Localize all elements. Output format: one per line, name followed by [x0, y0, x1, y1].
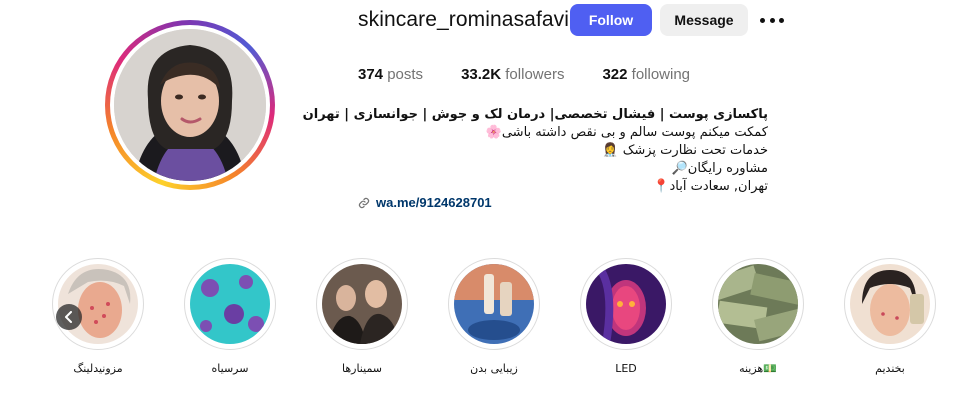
profile-avatar-ring[interactable]	[105, 20, 275, 190]
highlight-item[interactable]: زیبایی بدن	[448, 258, 540, 375]
link-icon	[358, 197, 370, 208]
highlight-ring	[844, 258, 936, 350]
highlight-cover-art	[586, 264, 666, 344]
highlight-ring	[712, 258, 804, 350]
profile-bio: پاکسازی پوست | فیشال تخصصی| درمان لک و ج…	[302, 106, 768, 196]
follow-button[interactable]: Follow	[570, 4, 652, 36]
highlight-item[interactable]: سمینارها	[316, 258, 408, 375]
message-button[interactable]: Message	[660, 4, 748, 36]
bio-link-text: wa.me/9124628701	[376, 195, 492, 210]
highlight-ring	[580, 258, 672, 350]
highlight-cover-art	[718, 264, 798, 344]
highlight-cover	[718, 264, 798, 344]
highlight-label: سرسیاه	[211, 362, 249, 375]
bio-line: مشاوره رایگان🔎	[671, 161, 768, 176]
highlight-cover-art	[190, 264, 270, 344]
highlight-item[interactable]: هزینه💵	[712, 258, 804, 375]
highlight-label: بخندیم	[875, 362, 905, 375]
story-highlights: مزونیدلینگ سرسیاه سمینارها زیبایی بدن LE…	[52, 258, 936, 398]
highlight-label: زیبایی بدن	[470, 362, 518, 375]
posts-label: posts	[387, 66, 424, 83]
following-stat[interactable]: 322 following	[602, 66, 690, 83]
bio-link[interactable]: wa.me/9124628701	[358, 195, 492, 210]
highlight-cover	[454, 264, 534, 344]
highlight-ring	[316, 258, 408, 350]
highlight-cover-art	[454, 264, 534, 344]
highlight-cover	[190, 264, 270, 344]
highlight-cover-art	[322, 264, 402, 344]
followers-label: followers	[505, 66, 565, 83]
bio-line: کمکت میکنم پوست سالم و بی نقص داشته باشی…	[485, 125, 768, 140]
highlight-cover	[850, 264, 930, 344]
highlight-label: هزینه💵	[739, 362, 777, 375]
highlight-item[interactable]: سرسیاه	[184, 258, 276, 375]
dot	[769, 17, 775, 23]
dot	[779, 17, 784, 23]
profile-stats: 374 posts 33.2K followers 322 following	[358, 66, 728, 83]
avatar-illustration	[114, 29, 266, 181]
highlight-item[interactable]: LED	[580, 258, 672, 375]
chevron-left-icon	[65, 311, 72, 323]
highlight-item[interactable]: بخندیم	[844, 258, 936, 375]
more-options-icon[interactable]	[760, 10, 784, 30]
bio-title: پاکسازی پوست | فیشال تخصصی| درمان لک و ج…	[302, 107, 768, 122]
bio-line: تهران, سعادت آباد📍	[653, 179, 768, 194]
highlight-cover	[586, 264, 666, 344]
highlight-cover	[322, 264, 402, 344]
highlight-label: سمینارها	[341, 362, 383, 375]
highlight-cover-art	[850, 264, 930, 344]
highlight-ring	[184, 258, 276, 350]
posts-stat: 374 posts	[358, 66, 423, 83]
avatar	[114, 29, 266, 181]
avatar-frame	[110, 25, 270, 185]
profile-username: skincare_rominasafavi	[358, 8, 570, 31]
dot	[760, 17, 765, 23]
highlight-label: مزونیدلینگ	[73, 362, 123, 375]
bio-line: خدمات تحت نظارت پزشک 👩‍⚕️	[602, 143, 768, 158]
highlights-prev-button[interactable]	[56, 304, 82, 330]
highlight-ring	[448, 258, 540, 350]
following-count: 322	[602, 66, 628, 83]
following-label: following	[631, 66, 691, 83]
followers-count: 33.2K	[461, 66, 502, 83]
followers-stat[interactable]: 33.2K followers	[461, 66, 564, 83]
posts-count: 374	[358, 66, 384, 83]
highlight-label: LED	[615, 362, 637, 375]
